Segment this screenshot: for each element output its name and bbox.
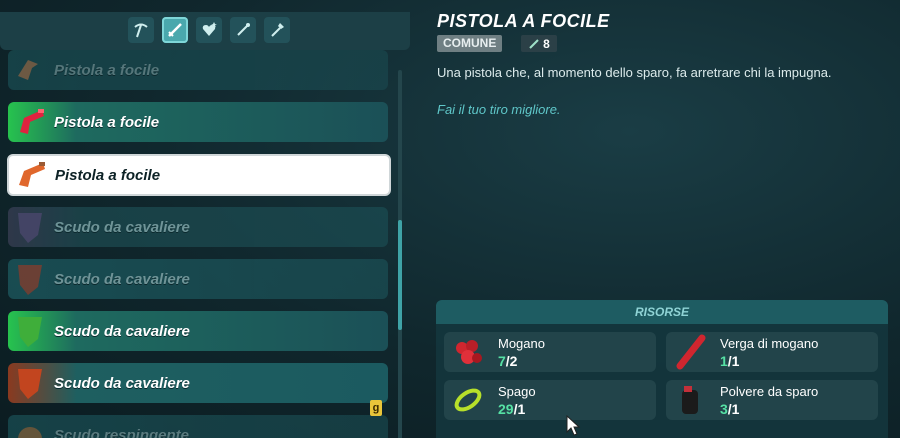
resource-count: 7/2 [498, 353, 518, 369]
recipe-label: Pistola a focile [55, 166, 161, 184]
mouse-cursor-icon [566, 415, 581, 436]
recipe-item[interactable]: Scudo respingente [8, 415, 388, 438]
tab-weapons[interactable] [162, 17, 188, 43]
tab-consumables[interactable] [196, 17, 222, 43]
recipe-label: Scudo da cavaliere [54, 322, 190, 340]
resource-name: Polvere da sparo [720, 384, 819, 399]
recipe-label: Scudo da cavaliere [54, 374, 190, 392]
rarity-badge: COMUNE [437, 35, 503, 52]
flintlock-pistol-icon [9, 155, 55, 195]
scrollbar[interactable] [398, 70, 402, 438]
resource-name: Spago [498, 384, 536, 399]
recipe-item[interactable]: Scudo da cavaliere [8, 259, 388, 299]
resource-card[interactable]: Mogano 7/2 [444, 332, 656, 372]
recipe-item-selected[interactable]: Pistola a focile [7, 154, 391, 196]
item-flavor-text: Fai il tuo tiro migliore. [437, 102, 561, 117]
resources-header: RISORSE [436, 300, 888, 324]
recipe-item[interactable]: Scudo da cavaliere [8, 363, 388, 403]
sword-icon [168, 23, 182, 37]
recipe-label: Pistola a focile [54, 113, 160, 131]
resource-count: 1/1 [720, 353, 740, 369]
item-description: Una pistola che, al momento dello sparo,… [437, 65, 832, 80]
wand-icon [237, 23, 250, 36]
resource-name: Verga di mogano [720, 336, 819, 351]
category-bar [0, 12, 410, 50]
resource-count: 3/1 [720, 401, 740, 417]
scrollbar-thumb[interactable] [398, 220, 402, 330]
shield-icon [8, 311, 54, 351]
torch-icon [271, 23, 284, 37]
string-icon [454, 388, 482, 412]
resource-card[interactable]: Verga di mogano 1/1 [666, 332, 878, 372]
recipe-item[interactable]: Pistola a focile [8, 50, 388, 90]
durability-icon [529, 38, 539, 49]
shield-icon [8, 259, 54, 299]
gunpowder-icon [682, 386, 698, 414]
resource-card[interactable]: Polvere da sparo 3/1 [666, 380, 878, 420]
recipe-item[interactable]: Pistola a focile [8, 102, 388, 142]
flintlock-pistol-icon [8, 102, 54, 142]
resource-card[interactable]: Spago 29/1 [444, 380, 656, 420]
recipe-panel: Pistola a focile Pistola a focile Pistol… [0, 8, 410, 438]
recipe-label: Scudo da cavaliere [54, 270, 190, 288]
heart-icon [202, 22, 217, 36]
tab-tools[interactable] [128, 17, 154, 43]
round-shield-icon [8, 415, 54, 438]
mahogany-logs-icon [456, 340, 482, 364]
recipe-label: Pistola a focile [54, 61, 160, 79]
resource-name: Mogano [498, 336, 545, 351]
durability-badge: 8 [521, 35, 557, 52]
mahogany-rod-icon [676, 334, 706, 370]
key-hint-badge: g [370, 400, 382, 416]
resources-panel: RISORSE Mogano 7/2 Verga di mogano 1/1 S… [436, 300, 888, 438]
flintlock-pistol-icon [8, 50, 54, 90]
durability-value: 8 [543, 36, 550, 51]
recipe-item[interactable]: Scudo da cavaliere [8, 207, 388, 247]
recipe-label: Scudo respingente [54, 426, 190, 438]
resource-count: 29/1 [498, 401, 526, 417]
recipe-label: Scudo da cavaliere [54, 218, 190, 236]
shield-icon [8, 363, 54, 403]
shield-icon [8, 207, 54, 247]
pickaxe-icon [134, 23, 148, 38]
tab-magic[interactable] [230, 17, 256, 43]
recipe-item[interactable]: Scudo da cavaliere [8, 311, 388, 351]
item-title: PISTOLA A FOCILE [437, 11, 610, 31]
tab-torch[interactable] [264, 17, 290, 43]
